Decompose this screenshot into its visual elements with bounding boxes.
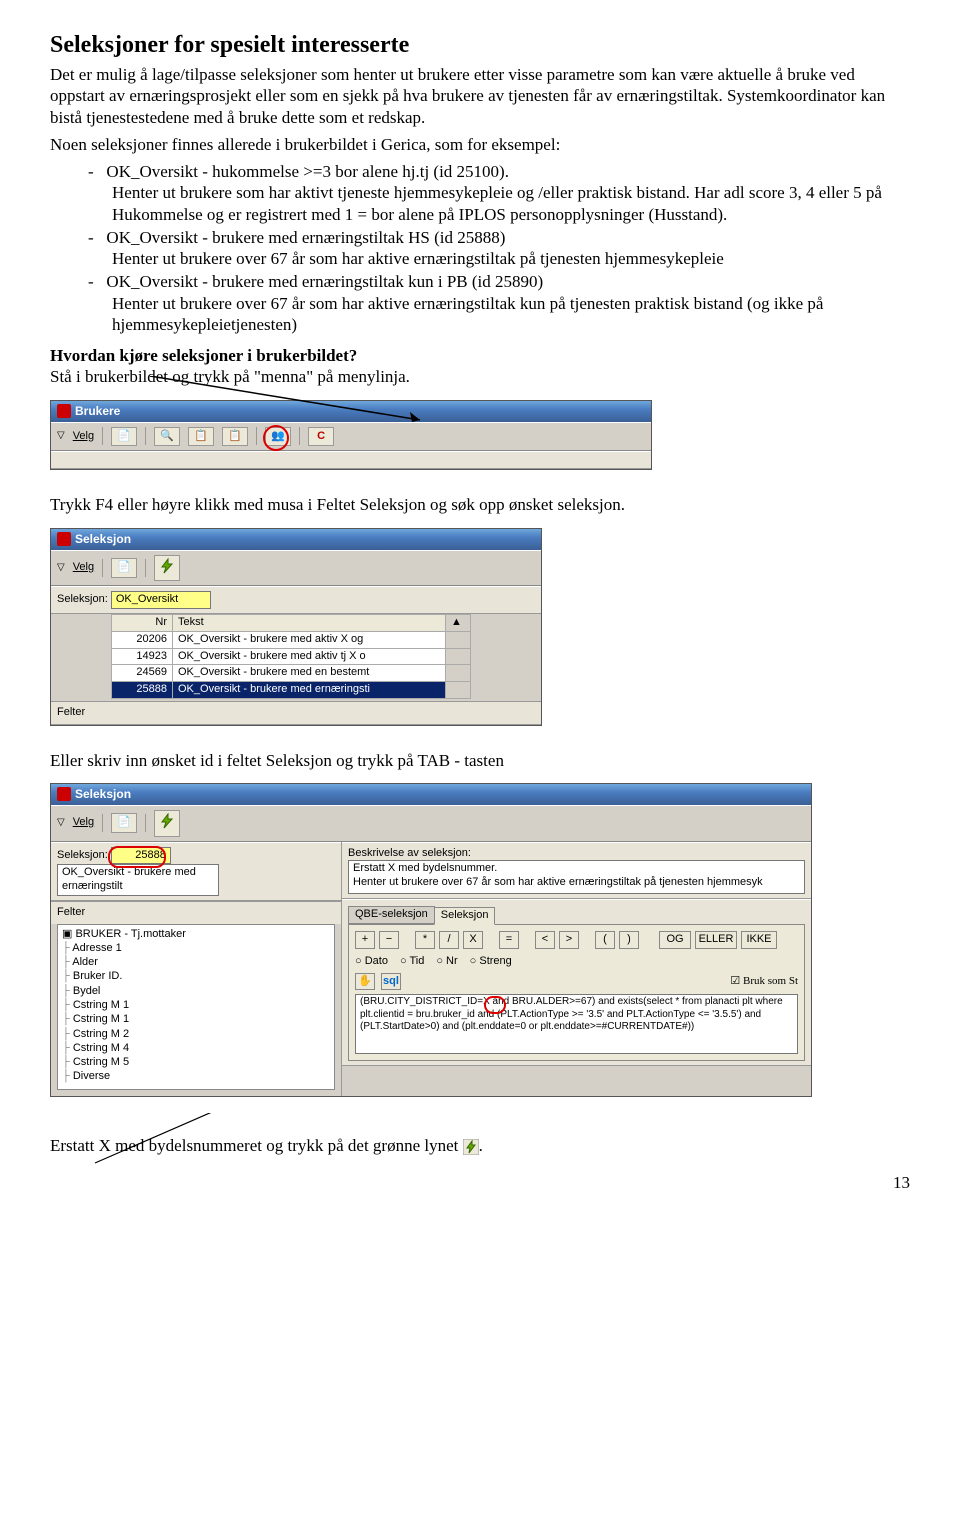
toolbar-button[interactable]: 📄	[111, 427, 137, 447]
op-button[interactable]: ELLER	[695, 931, 737, 949]
table-row[interactable]: 20206OK_Oversikt - brukere med aktiv X o…	[112, 631, 471, 648]
velg-menu[interactable]: Velg	[73, 816, 94, 830]
list-item: - OK_Oversikt - brukere med ernæringstil…	[88, 271, 910, 335]
list-item: - OK_Oversikt - hukommelse >=3 bor alene…	[88, 161, 910, 225]
window-title: Seleksjon	[75, 532, 131, 547]
lightning-icon[interactable]	[154, 555, 180, 582]
table-row-selected[interactable]: 25888OK_Oversikt - brukere med ernærings…	[112, 682, 471, 699]
field-tree[interactable]: ▣ BRUKER - Tj.mottaker Adresse 1 Alder B…	[57, 924, 335, 1090]
app-icon	[57, 532, 71, 546]
table-row[interactable]: 14923OK_Oversikt - brukere med aktiv tj …	[112, 648, 471, 665]
sql-icon[interactable]: sql	[381, 973, 401, 991]
bruk-checkbox[interactable]: ☑ Bruk som St	[730, 975, 798, 989]
op-button[interactable]: X	[463, 931, 483, 949]
table-row[interactable]: 24569OK_Oversikt - brukere med en bestem…	[112, 665, 471, 682]
radio-tid[interactable]: ○ Tid	[400, 955, 424, 969]
toolbar-button[interactable]: 📄	[111, 558, 137, 578]
op-button[interactable]: −	[379, 931, 399, 949]
op-button[interactable]: <	[535, 931, 555, 949]
lightning-icon	[463, 1139, 479, 1155]
app-icon	[57, 404, 71, 418]
hand-icon[interactable]: ✋	[355, 973, 375, 991]
radio-nr[interactable]: ○ Nr	[436, 955, 457, 969]
page-heading: Seleksjoner for spesielt interesserte	[50, 30, 910, 60]
seleksjon-label: Seleksjon:	[57, 593, 108, 605]
op-button[interactable]: OG	[659, 931, 691, 949]
screenshot-seleksjon-editor: Seleksjon ▽ Velg 📄 Seleksjon: 25888 OK_O…	[50, 783, 812, 1097]
op-button[interactable]: =	[499, 931, 519, 949]
seleksjon-name: OK_Oversikt - brukere med ernæringstilt	[57, 864, 219, 896]
op-button[interactable]: )	[619, 931, 639, 949]
f4-line: Trykk F4 eller høyre klikk med musa i Fe…	[50, 494, 910, 515]
sql-text[interactable]: (BRU.CITY_DISTRICT_ID=X and BRU.ALDER>=6…	[355, 994, 798, 1054]
intro-paragraph-1: Det er mulig å lage/tilpasse seleksjoner…	[50, 64, 910, 128]
desc-text: Erstatt X med bydelsnummer. Henter ut br…	[348, 860, 805, 894]
radio-streng[interactable]: ○ Streng	[470, 955, 512, 969]
dropdown-icon[interactable]: ▽	[57, 430, 65, 443]
list-item: - OK_Oversikt - brukere med ernæringstil…	[88, 227, 910, 270]
felter-label: Felter	[57, 706, 85, 718]
op-button[interactable]: (	[595, 931, 615, 949]
window-title: Seleksjon	[75, 787, 131, 802]
velg-menu[interactable]: Velg	[73, 430, 94, 444]
screenshot-seleksjon-list: Seleksjon ▽ Velg 📄 Seleksjon: OK_Oversik…	[50, 528, 542, 726]
dropdown-icon[interactable]: ▽	[57, 562, 65, 575]
op-button[interactable]: >	[559, 931, 579, 949]
radio-dato[interactable]: ○ Dato	[355, 955, 388, 969]
dropdown-icon[interactable]: ▽	[57, 817, 65, 830]
felter-label: Felter	[57, 906, 85, 918]
velg-menu[interactable]: Velg	[73, 561, 94, 575]
op-button[interactable]: +	[355, 931, 375, 949]
col-tekst: Tekst	[173, 615, 446, 632]
page-number: 13	[50, 1172, 910, 1193]
op-button[interactable]: IKKE	[741, 931, 777, 949]
col-nr: Nr	[112, 615, 173, 632]
seleksjon-input[interactable]: OK_Oversikt	[111, 591, 211, 609]
toolbar-button[interactable]: 📄	[111, 813, 137, 833]
desc-label: Beskrivelse av seleksjon:	[348, 847, 471, 859]
op-button[interactable]: *	[415, 931, 435, 949]
op-button[interactable]: /	[439, 931, 459, 949]
app-icon	[57, 787, 71, 801]
tab-line: Eller skriv inn ønsket id i feltet Selek…	[50, 750, 910, 771]
window-title: Brukere	[75, 404, 120, 419]
seleksjon-id-input[interactable]: 25888	[111, 847, 171, 865]
lightning-icon[interactable]	[154, 810, 180, 837]
seleksjon-label: Seleksjon:	[57, 849, 108, 861]
intro-paragraph-2: Noen seleksjoner finnes allerede i bruke…	[50, 134, 910, 155]
tab-qbe[interactable]: QBE-seleksjon	[348, 906, 435, 924]
tab-seleksjon[interactable]: Seleksjon	[434, 907, 496, 925]
section-how-title: Hvordan kjøre seleksjoner i brukerbildet…	[50, 346, 357, 365]
